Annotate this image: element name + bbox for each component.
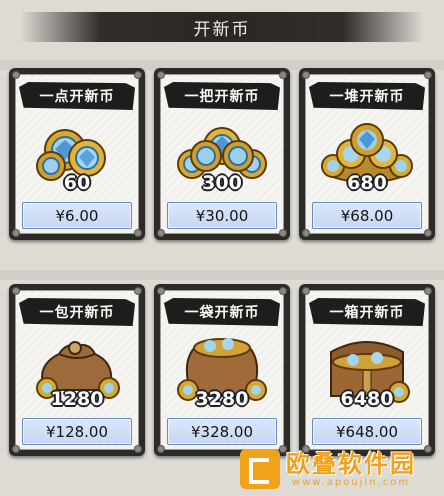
buy-button[interactable]: ¥68.00 [312, 202, 422, 229]
shop-header: 开新币 [0, 8, 444, 46]
coin-amount: 3280 [195, 388, 249, 410]
package-title-banner: 一包开新币 [19, 298, 135, 326]
package-name: 一把开新币 [184, 89, 260, 105]
watermark-logo-icon [240, 449, 280, 489]
coin-amount: 300 [202, 172, 242, 194]
page-title: 开新币 [193, 19, 251, 40]
coin-amount: 6480 [340, 388, 394, 410]
package-card-6[interactable]: 一箱开新币 6480 ¥648.00 [299, 284, 435, 456]
watermark: 欧叠软件园 www.apoujin.com [240, 446, 436, 492]
package-title-banner: 一点开新币 [19, 82, 135, 110]
package-name: 一堆开新币 [329, 89, 405, 105]
package-title-banner: 一箱开新币 [309, 298, 425, 326]
package-card-4[interactable]: 一包开新币 1280 ¥128.00 [9, 284, 145, 456]
watermark-brand: 欧叠软件园 [286, 449, 416, 478]
buy-button[interactable]: ¥648.00 [312, 418, 422, 445]
package-name: 一箱开新币 [329, 305, 405, 321]
package-name: 一袋开新币 [184, 305, 260, 321]
package-name: 一包开新币 [39, 305, 115, 321]
package-title-banner: 一袋开新币 [164, 298, 280, 326]
package-title-banner: 一把开新币 [164, 82, 280, 110]
coin-amount: 60 [63, 172, 91, 194]
buy-button[interactable]: ¥6.00 [22, 202, 132, 229]
package-card-2[interactable]: 一把开新币 300 ¥30.00 [154, 68, 290, 240]
package-name: 一点开新币 [39, 89, 115, 105]
package-title-banner: 一堆开新币 [309, 82, 425, 110]
buy-button[interactable]: ¥128.00 [22, 418, 132, 445]
buy-button[interactable]: ¥328.00 [167, 418, 277, 445]
buy-button[interactable]: ¥30.00 [167, 202, 277, 229]
watermark-url: www.apoujin.com [291, 476, 411, 488]
coin-amount: 680 [347, 172, 387, 194]
package-card-5[interactable]: 一袋开新币 3280 ¥328.00 [154, 284, 290, 456]
package-card-3[interactable]: 一堆开新币 680 ¥68.00 [299, 68, 435, 240]
coin-amount: 1280 [50, 388, 104, 410]
package-card-1[interactable]: 一点开新币 60 ¥6.00 [9, 68, 145, 240]
